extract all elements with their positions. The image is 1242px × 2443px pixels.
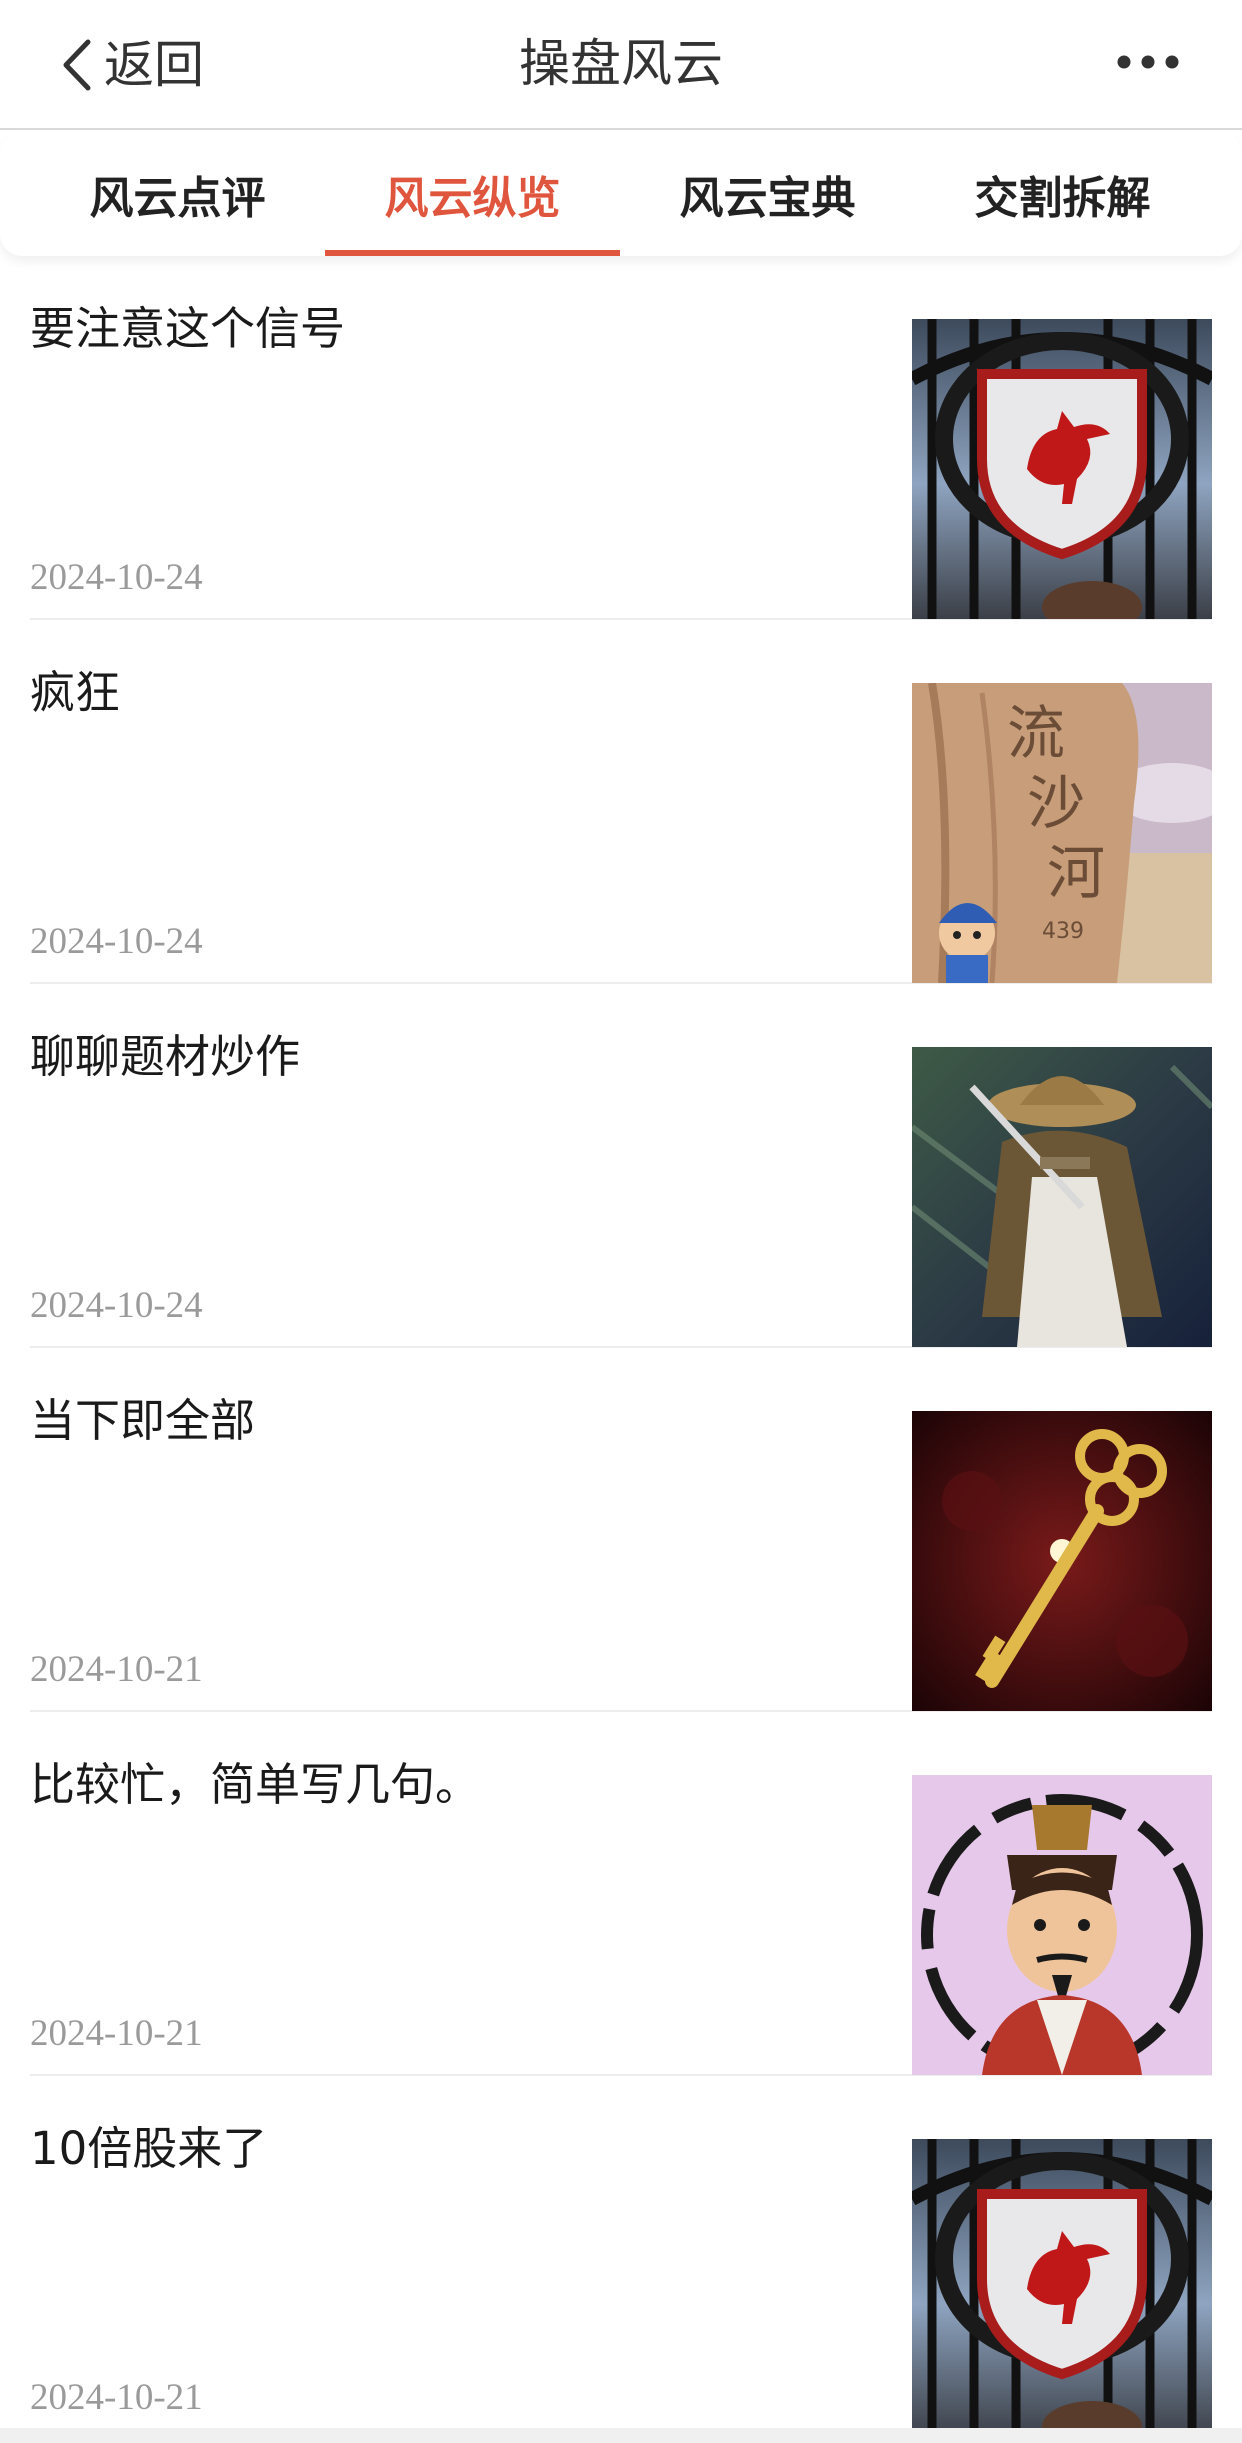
article-title: 聊聊题材炒作 <box>30 1030 301 1083</box>
svg-text:439: 439 <box>1042 919 1084 944</box>
article-date: 2024-10-21 <box>30 1649 203 1690</box>
list-item[interactable]: 疯狂 2024-10-24 流 沙 河 439 <box>30 620 1212 984</box>
nav-bar: 返回 操盘风云 <box>0 0 1242 130</box>
liverbird-crest-image <box>912 319 1212 619</box>
article-date: 2024-10-24 <box>30 921 203 962</box>
article-title: 当下即全部 <box>30 1394 256 1447</box>
article-date: 2024-10-21 <box>30 2013 203 2054</box>
tab-bar: 风云点评 风云纵览 风云宝典 交割拆解 <box>0 132 1242 256</box>
svg-text:沙: 沙 <box>1027 769 1085 837</box>
more-button[interactable] <box>1108 36 1188 92</box>
tab-commentary[interactable]: 风云点评 <box>30 132 325 256</box>
svg-text:河: 河 <box>1047 839 1105 907</box>
list-item[interactable]: 10倍股来了 2024-10-21 <box>30 2076 1212 2440</box>
tab-handbook[interactable]: 风云宝典 <box>620 132 915 256</box>
svg-text:流: 流 <box>1007 699 1065 767</box>
bottom-edge <box>0 2428 1242 2443</box>
tab-trade-breakdown[interactable]: 交割拆解 <box>915 132 1210 256</box>
article-date: 2024-10-24 <box>30 1285 203 1326</box>
article-date: 2024-10-24 <box>30 557 203 598</box>
back-label: 返回 <box>104 36 204 94</box>
back-button[interactable]: 返回 <box>54 32 204 98</box>
article-title: 疯狂 <box>30 666 121 719</box>
article-title: 比较忙，简单写几句。 <box>30 1758 481 1811</box>
article-date: 2024-10-21 <box>30 2377 203 2418</box>
list-item[interactable]: 比较忙，简单写几句。 2024-10-21 <box>30 1712 1212 2076</box>
liverbird-crest-image <box>912 2139 1212 2439</box>
article-title: 要注意这个信号 <box>30 302 346 355</box>
engraved-stone-image: 流 沙 河 439 <box>912 683 1212 983</box>
more-horizontal-icon <box>1116 54 1180 74</box>
article-title: 10倍股来了 <box>30 2122 268 2175</box>
page-title: 操盘风云 <box>518 35 723 94</box>
article-list: 要注意这个信号 2024-10-24 疯狂 2024-10-24 流 沙 河 4… <box>0 256 1242 2443</box>
chevron-left-icon <box>54 32 102 98</box>
tab-overview[interactable]: 风云纵览 <box>325 132 620 256</box>
list-item[interactable]: 聊聊题材炒作 2024-10-24 <box>30 984 1212 1348</box>
golden-key-image <box>912 1411 1212 1711</box>
straw-hat-swordsman-image <box>912 1047 1212 1347</box>
official-portrait-image <box>912 1775 1212 2075</box>
list-item[interactable]: 当下即全部 2024-10-21 <box>30 1348 1212 1712</box>
list-item[interactable]: 要注意这个信号 2024-10-24 <box>30 256 1212 620</box>
